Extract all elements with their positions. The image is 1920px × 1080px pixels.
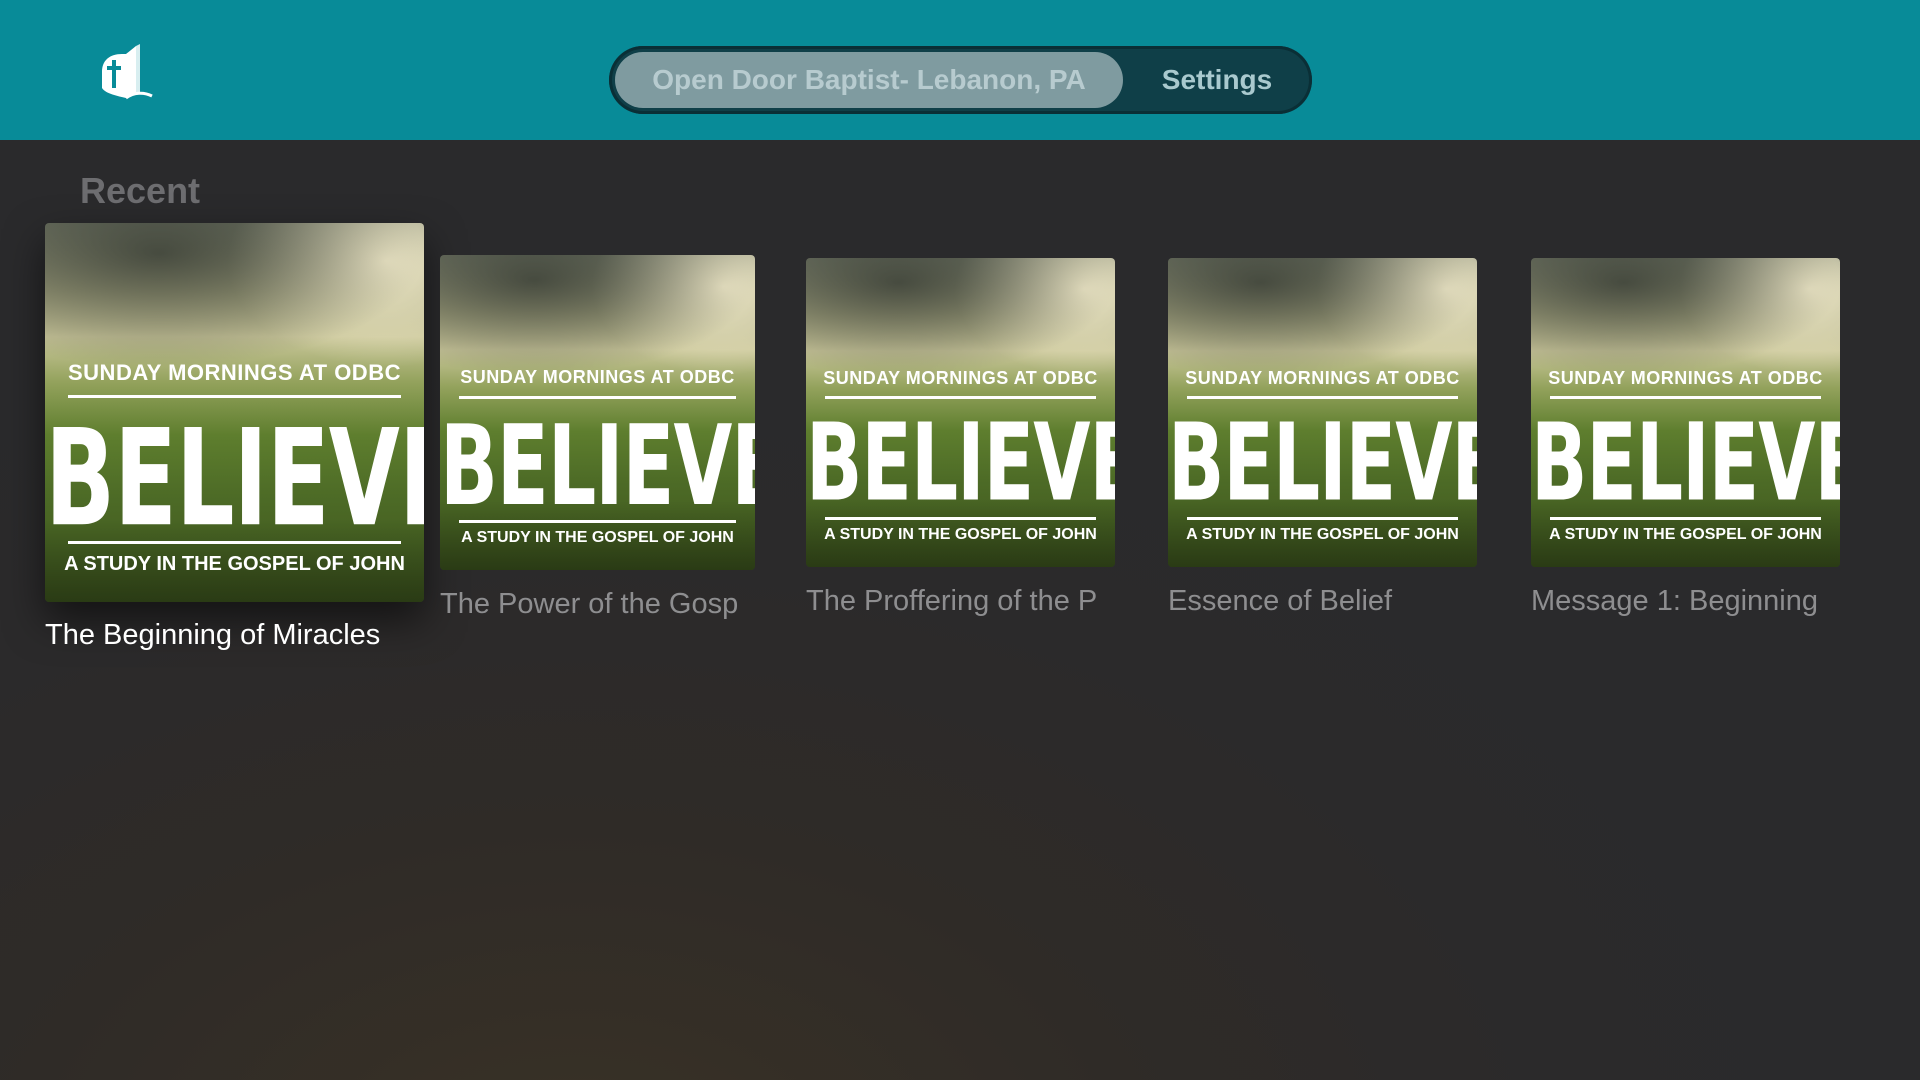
sermon-artwork: SUNDAY MORNINGS AT ODBC BELIEVE A STUDY … — [1168, 258, 1477, 567]
artwork-subtitle: A STUDY IN THE GOSPEL OF JOHN — [1549, 526, 1822, 543]
artwork-subtitle: A STUDY IN THE GOSPEL OF JOHN — [64, 553, 405, 575]
artwork-series-label: SUNDAY MORNINGS AT ODBC — [68, 360, 401, 385]
recent-item-title: Message 1: Beginning — [1531, 585, 1818, 617]
artwork-subtitle: A STUDY IN THE GOSPEL OF JOHN — [1186, 526, 1459, 543]
artwork-divider — [824, 517, 1097, 520]
artwork-divider — [67, 541, 402, 544]
artwork-series-label: SUNDAY MORNINGS AT ODBC — [823, 368, 1098, 388]
sermon-artwork: SUNDAY MORNINGS AT ODBC BELIEVE A STUDY … — [440, 255, 755, 570]
artwork-divider — [458, 396, 737, 399]
sermon-artwork: SUNDAY MORNINGS AT ODBC BELIEVE A STUDY … — [45, 223, 424, 602]
artwork-title: BELIEVE — [45, 401, 424, 557]
recent-item-title: The Power of the Gosp — [440, 588, 739, 620]
sermon-artwork: SUNDAY MORNINGS AT ODBC BELIEVE A STUDY … — [1531, 258, 1840, 567]
artwork-series-label: SUNDAY MORNINGS AT ODBC — [1548, 368, 1823, 388]
tab-church[interactable]: Open Door Baptist- Lebanon, PA — [615, 52, 1123, 108]
artwork-title: BELIEVE — [1531, 401, 1840, 526]
artwork-divider — [1186, 396, 1459, 399]
sermon-artwork: SUNDAY MORNINGS AT ODBC BELIEVE A STUDY … — [806, 258, 1115, 567]
artwork-subtitle: A STUDY IN THE GOSPEL OF JOHN — [824, 526, 1097, 543]
artwork-divider — [824, 396, 1097, 399]
recent-item-title: Essence of Belief — [1168, 585, 1393, 617]
top-bar: Open Door Baptist- Lebanon, PA Settings — [0, 0, 1920, 140]
artwork-divider — [67, 395, 402, 398]
recent-item-title: The Proffering of the P — [806, 585, 1098, 617]
artwork-divider — [1549, 396, 1822, 399]
artwork-title: BELIEVE — [806, 401, 1115, 526]
recent-item-title: The Beginning of Miracles — [45, 619, 381, 651]
section-title-recent: Recent — [80, 170, 201, 211]
artwork-subtitle: A STUDY IN THE GOSPEL OF JOHN — [461, 529, 734, 546]
top-tab-bar: Open Door Baptist- Lebanon, PA Settings — [609, 46, 1312, 114]
tab-settings[interactable]: Settings — [1129, 52, 1305, 108]
artwork-series-label: SUNDAY MORNINGS AT ODBC — [460, 367, 735, 387]
church-logo-icon — [96, 38, 158, 102]
artwork-series-label: SUNDAY MORNINGS AT ODBC — [1185, 368, 1460, 388]
artwork-title: BELIEVE — [440, 401, 755, 531]
artwork-divider — [1186, 517, 1459, 520]
artwork-divider — [1549, 517, 1822, 520]
artwork-divider — [458, 520, 737, 523]
artwork-title: BELIEVE — [1168, 401, 1477, 526]
